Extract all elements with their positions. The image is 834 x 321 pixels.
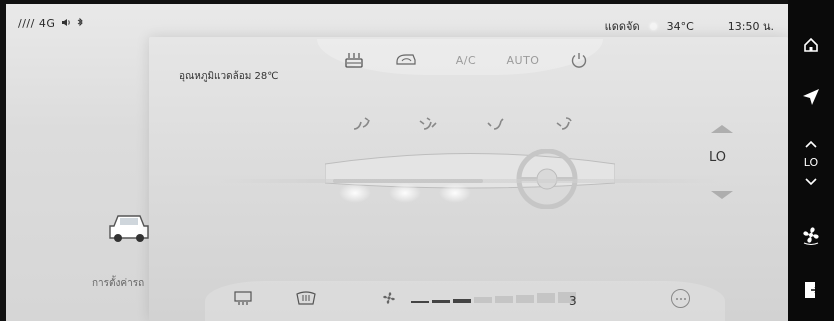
vent-left-inner[interactable] [417,115,439,135]
fan-down-arrow[interactable] [711,191,733,199]
car-settings-label[interactable]: การตั้งค่ารถ [92,276,144,291]
vent-left-outer[interactable] [351,115,373,135]
status-bar: //// 4G แดดจัด 34°C 13:50 น. [6,4,788,34]
fan-up-arrow[interactable] [711,125,733,133]
outside-temperature: อุณหภูมิแวดล้อม 28℃ [179,71,279,82]
fan-icon [381,290,397,308]
fan-down-dock-button[interactable] [788,174,834,190]
fan-speed-bar[interactable] [411,292,576,303]
exit-icon [805,282,819,298]
navigation-icon [803,89,819,105]
fan-up-dock-button[interactable] [788,136,834,152]
clock: 13:50 น. [727,20,774,33]
screen: //// 4G แดดจัด 34°C 13:50 น. การตั้งค่าร… [0,0,834,321]
vent-right-inner[interactable] [485,115,507,135]
power-button[interactable] [568,49,590,71]
sun-icon [649,22,657,30]
bluetooth-icon [77,17,84,30]
rear-defrost-button[interactable] [343,49,365,71]
ac-button[interactable]: A/C [451,49,481,71]
dashboard-line [219,179,719,183]
seat-heat-icon [234,291,252,305]
main-display: //// 4G แดดจัด 34°C 13:50 น. การตั้งค่าร… [6,4,788,321]
home-icon [804,37,818,52]
speaker-icon [61,17,71,30]
down-chevron-icon [805,178,817,186]
windshield-defrost-button[interactable] [295,290,317,308]
car-icon [106,210,152,244]
auto-button[interactable]: AUTO [503,49,543,71]
status-right: แดดจัด 34°C 13:50 น. [605,17,774,35]
right-dock: LO [788,0,834,321]
recirculation-button[interactable] [393,49,419,71]
signal-indicator: //// 4G [18,17,56,30]
more-icon [675,297,678,300]
climate-dock-button[interactable] [788,222,834,248]
power-icon [571,53,587,68]
up-chevron-icon [805,140,817,148]
dock-fan-label: LO [803,156,819,169]
navigation-button[interactable] [788,84,834,110]
status-left: //// 4G [18,17,84,30]
seat-heat-button[interactable] [233,290,255,308]
vent-right-outer[interactable] [553,115,575,135]
fan-speed-value: 3 [569,294,577,308]
more-options-button[interactable] [671,289,690,308]
recirculation-icon [396,54,416,65]
weather-label: แดดจัด [604,20,640,33]
climate-panel: อุณหภูมิแวดล้อม 28℃ A/C AUTO LO 3 [149,37,788,321]
fan-level-label: LO [709,150,727,165]
home-button[interactable] [788,32,834,58]
rear-defrost-icon [345,53,363,68]
windshield-defrost-icon [296,291,316,305]
exit-button[interactable] [788,277,834,303]
temperature-label: 34°C [666,19,694,33]
fan-icon [803,227,819,245]
